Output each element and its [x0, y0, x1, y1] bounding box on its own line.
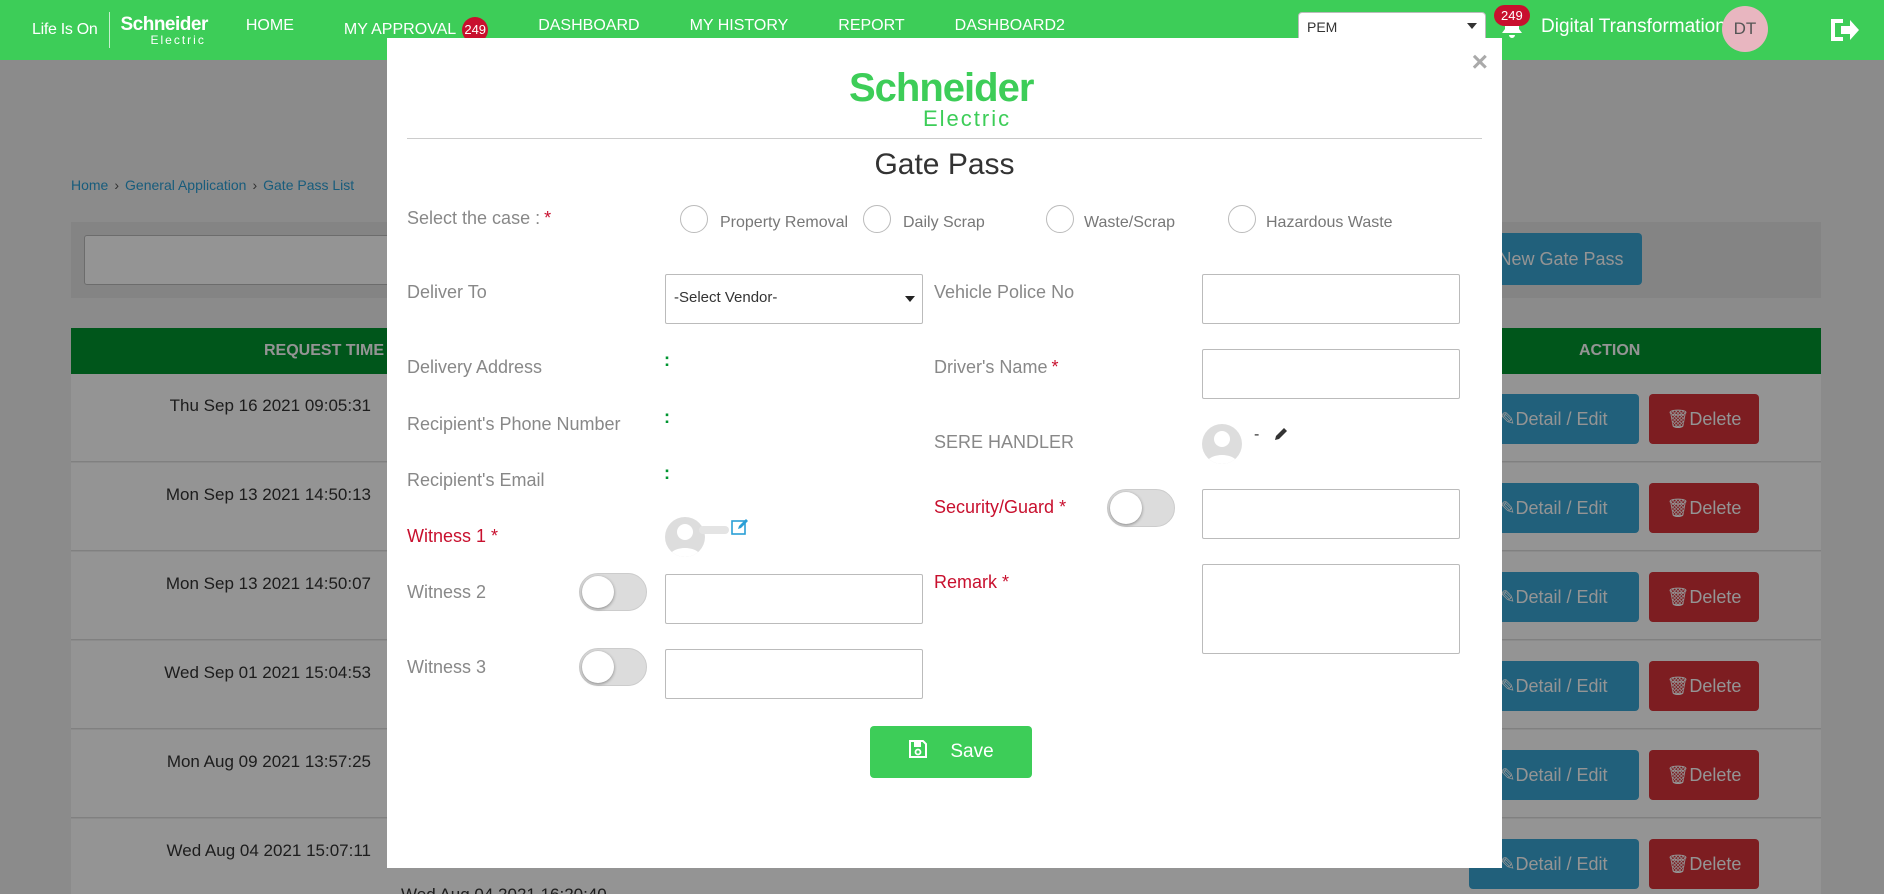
nav-my-approval-label: MY APPROVAL [343, 21, 457, 39]
witness1-avatar [665, 517, 705, 557]
required-mark: * [1002, 572, 1010, 592]
site-select-value: PEM [1307, 19, 1338, 35]
edit-icon[interactable] [731, 518, 749, 541]
divider [407, 138, 1482, 139]
required-mark: * [544, 208, 552, 228]
chevron-down-icon [905, 296, 915, 302]
witness1-label: Witness 1 * [407, 526, 498, 547]
vendor-select-value: -Select Vendor- [674, 289, 778, 306]
schneider-logo: Schneider Electric [849, 66, 1049, 131]
logo-line1: Schneider [849, 66, 1034, 110]
logout-icon[interactable] [1828, 16, 1860, 49]
radio-hazardous-waste[interactable] [1228, 205, 1256, 233]
delivery-address-value: : [664, 350, 670, 370]
driver-label: Driver's Name * [934, 357, 1058, 378]
radio-waste-scrap[interactable] [1046, 205, 1074, 233]
security-toggle[interactable] [1107, 489, 1175, 527]
delivery-address-label: Delivery Address [407, 357, 543, 377]
radio-label: Hazardous Waste [1266, 214, 1393, 231]
vehicle-label: Vehicle Police No [934, 282, 1075, 302]
security-input[interactable] [1202, 489, 1460, 539]
remark-label: Remark * [934, 572, 1009, 593]
email-label: Recipient's Email [407, 470, 545, 490]
radio-property-removal[interactable] [680, 205, 708, 233]
sere-handler-value: - [1254, 426, 1260, 443]
brand-name: Schneider [120, 13, 208, 35]
security-label-text: Security/Guard [934, 497, 1055, 517]
select-case-label-text: Select the case : [407, 208, 541, 228]
brand-tagline: Life Is On [32, 12, 111, 48]
brand-sub: Electric [150, 32, 206, 47]
toggle-knob [582, 576, 614, 608]
close-icon[interactable]: × [1472, 46, 1488, 78]
radio-daily-scrap[interactable] [863, 205, 891, 233]
witness3-label: Witness 3 [407, 657, 487, 677]
floppy-disk-icon [908, 739, 928, 765]
user-name[interactable]: Digital Transformation [1541, 16, 1726, 38]
brand-logo: Schneider Electric [120, 13, 208, 47]
chevron-down-icon [1467, 23, 1477, 29]
nav-home[interactable]: HOME [246, 17, 294, 43]
radio-label: Daily Scrap [903, 214, 985, 231]
driver-label-text: Driver's Name [934, 357, 1048, 377]
vehicle-input[interactable] [1202, 274, 1460, 324]
witness1-label-text: Witness 1 [407, 526, 487, 546]
toggle-knob [582, 651, 614, 683]
select-case-label: Select the case : * [407, 208, 551, 229]
witness3-toggle[interactable] [579, 648, 647, 686]
witness2-input[interactable] [665, 574, 923, 624]
logo-line2: Electric [923, 106, 1012, 131]
gate-pass-modal: × Schneider Electric Gate Pass Select th… [387, 38, 1502, 868]
email-value: : [664, 463, 670, 483]
security-label: Security/Guard * [934, 497, 1066, 518]
modal-title: Gate Pass [874, 148, 1015, 181]
save-button[interactable]: Save [870, 726, 1032, 778]
witness3-input[interactable] [665, 649, 923, 699]
remark-label-text: Remark [934, 572, 998, 592]
toggle-knob [1110, 492, 1142, 524]
required-mark: * [491, 526, 499, 546]
radio-label: Property Removal [720, 214, 849, 231]
vendor-select[interactable]: -Select Vendor- [665, 274, 923, 324]
sere-handler-label: SERE HANDLER [934, 432, 1075, 452]
remark-textarea[interactable] [1202, 564, 1460, 654]
witness2-label: Witness 2 [407, 582, 487, 602]
phone-value: : [664, 407, 670, 427]
witness1-bar [699, 526, 729, 534]
phone-label: Recipient's Phone Number [407, 414, 621, 434]
save-label: Save [950, 741, 994, 762]
deliver-to-label: Deliver To [407, 282, 487, 302]
witness2-toggle[interactable] [579, 573, 647, 611]
required-mark: * [1059, 497, 1067, 517]
radio-label: Waste/Scrap [1084, 214, 1175, 231]
notification-badge: 249 [1494, 5, 1530, 26]
sere-avatar [1202, 424, 1242, 464]
driver-input[interactable] [1202, 349, 1460, 399]
pencil-icon[interactable] [1274, 427, 1288, 446]
user-avatar[interactable]: DT [1722, 6, 1768, 52]
brand[interactable]: Life Is On Schneider Electric [32, 0, 208, 60]
required-mark: * [1051, 357, 1059, 377]
